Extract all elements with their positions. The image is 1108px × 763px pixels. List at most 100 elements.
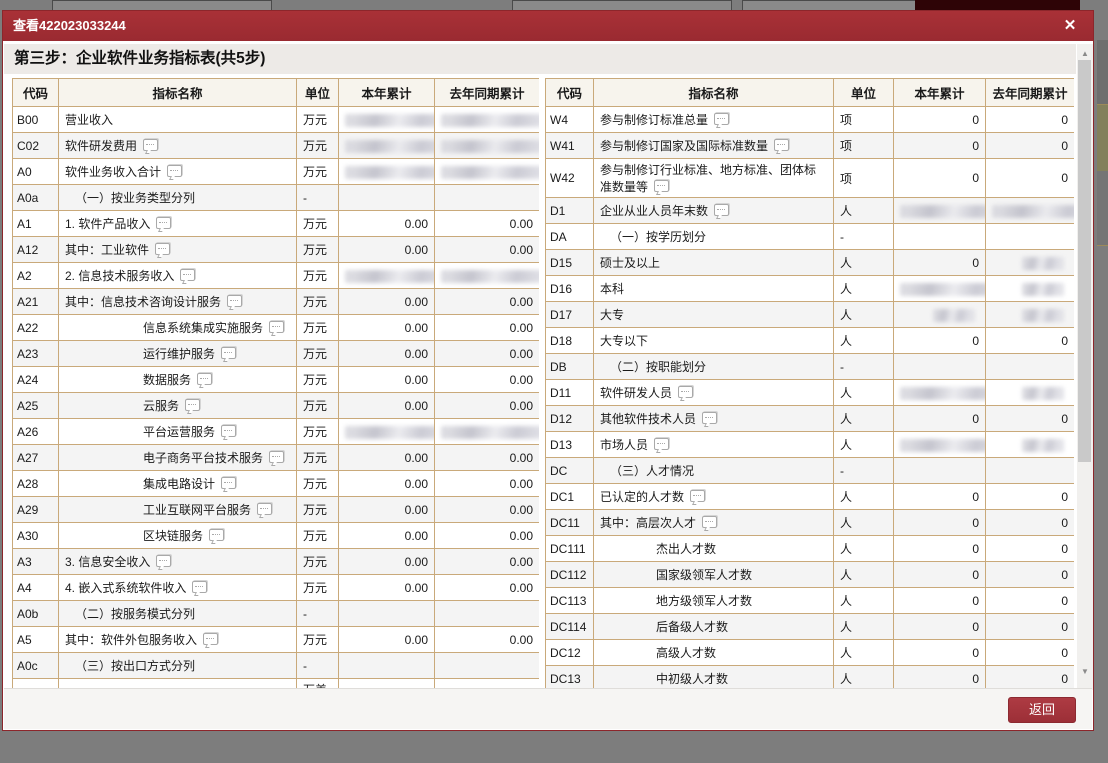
comment-icon[interactable] [257,503,272,515]
indicator-name: 企业从业人员年末数 [600,204,708,218]
unit-cell: 人 [834,588,894,614]
comment-icon[interactable] [221,477,236,489]
comment-icon[interactable] [221,347,236,359]
code-cell: A0a [13,185,59,211]
redacted-value [992,205,1074,218]
name-cell: 市场人员 [594,432,834,458]
current-year-cell: 0.00 [339,549,435,575]
table-row: A12其中：工业软件万元0.000.00 [13,237,540,263]
comment-icon[interactable] [774,139,789,151]
name-cell: 杰出人才数 [594,536,834,562]
prev-year-cell: 0.00 [435,289,540,315]
table-row: DC113地方级领军人才数人00 [546,588,1075,614]
redacted-value [441,114,539,127]
code-cell: D16 [546,276,594,302]
redacted-value [1022,309,1064,322]
unit-cell: 万元 [297,445,339,471]
name-cell: 4. 嵌入式系统软件收入 [59,575,297,601]
comment-icon[interactable] [197,373,212,385]
name-cell: 平台运营服务 [59,419,297,445]
name-cell: 1. 软件产品收入 [59,211,297,237]
comment-icon[interactable] [156,217,171,229]
code-cell: A29 [13,497,59,523]
name-cell: 硕士及以上 [594,250,834,276]
prev-year-cell: 0 [986,484,1075,510]
comment-icon[interactable] [269,321,284,333]
name-cell: （二）按职能划分 [594,354,834,380]
prev-year-cell: 0.00 [435,237,540,263]
code-cell: A1 [13,211,59,237]
indicator-table-left-wrap: 代码指标名称单位本年累计去年同期累计B00营业收入万元C02软件研发费用万元A0… [12,78,539,690]
name-cell: 参与制修订国家及国际标准数量 [594,133,834,159]
comment-icon[interactable] [690,490,705,502]
unit-cell: - [297,185,339,211]
comment-icon[interactable] [714,204,729,216]
indicator-name: 硕士及以上 [600,256,660,270]
table-row: DA（一）按学历划分- [546,224,1075,250]
unit-cell: 人 [834,536,894,562]
current-year-cell: 0 [894,406,986,432]
scrollbar[interactable]: ▲ ▼ [1077,44,1093,690]
comment-icon[interactable] [185,399,200,411]
current-year-cell: 0 [894,614,986,640]
table-row: D16本科人 [546,276,1075,302]
comment-icon[interactable] [143,139,158,151]
comment-icon[interactable] [209,529,224,541]
indicator-name: 参与制修订标准总量 [600,113,708,127]
table-row: D18大专以下人00 [546,328,1075,354]
code-cell: D11 [546,380,594,406]
comment-icon[interactable] [654,180,669,192]
comment-icon[interactable] [654,438,669,450]
current-year-cell [894,302,986,328]
name-cell: 电子商务平台技术服务 [59,445,297,471]
current-year-cell [339,185,435,211]
comment-icon[interactable] [155,243,170,255]
indicator-name: 已认定的人才数 [600,490,684,504]
name-cell: （三）人才情况 [594,458,834,484]
name-cell: 国家级领军人才数 [594,562,834,588]
close-icon[interactable]: ✕ [1061,17,1079,35]
code-cell: DC12 [546,640,594,666]
unit-cell: 万元 [297,471,339,497]
current-year-cell [339,133,435,159]
unit-cell: 万元 [297,341,339,367]
unit-cell: 万元 [297,575,339,601]
table-row: A23运行维护服务万元0.000.00 [13,341,540,367]
comment-icon[interactable] [203,633,218,645]
code-cell: A21 [13,289,59,315]
code-cell: A28 [13,471,59,497]
comment-icon[interactable] [227,295,242,307]
current-year-cell [894,224,986,250]
indicator-name: 平台运营服务 [143,425,215,439]
prev-year-cell: 0.00 [435,627,540,653]
current-year-cell: 0 [894,107,986,133]
scroll-down-icon[interactable]: ▼ [1077,664,1093,680]
comment-icon[interactable] [156,555,171,567]
prev-year-cell: 0 [986,159,1075,198]
code-cell: B00 [13,107,59,133]
comment-icon[interactable] [702,412,717,424]
unit-cell: 人 [834,198,894,224]
comment-icon[interactable] [167,165,182,177]
table-row: D12其他软件技术人员人00 [546,406,1075,432]
indicator-name: （三）人才情况 [610,464,694,478]
comment-icon[interactable] [269,451,284,463]
prev-year-cell [986,354,1075,380]
column-header: 代码 [546,79,594,107]
indicator-name: 电子商务平台技术服务 [143,451,263,465]
code-cell: A0 [13,159,59,185]
indicator-name: 集成电路设计 [143,477,215,491]
comment-icon[interactable] [702,516,717,528]
name-cell: 高级人才数 [594,640,834,666]
scroll-thumb[interactable] [1078,60,1091,462]
comment-icon[interactable] [192,581,207,593]
comment-icon[interactable] [678,386,693,398]
comment-icon[interactable] [180,269,195,281]
comment-icon[interactable] [714,113,729,125]
column-header: 本年累计 [894,79,986,107]
back-button[interactable]: 返回 [1008,697,1076,723]
prev-year-cell [435,601,540,627]
comment-icon[interactable] [221,425,236,437]
indicator-name: 3. 信息安全收入 [65,555,150,569]
code-cell: DC11 [546,510,594,536]
